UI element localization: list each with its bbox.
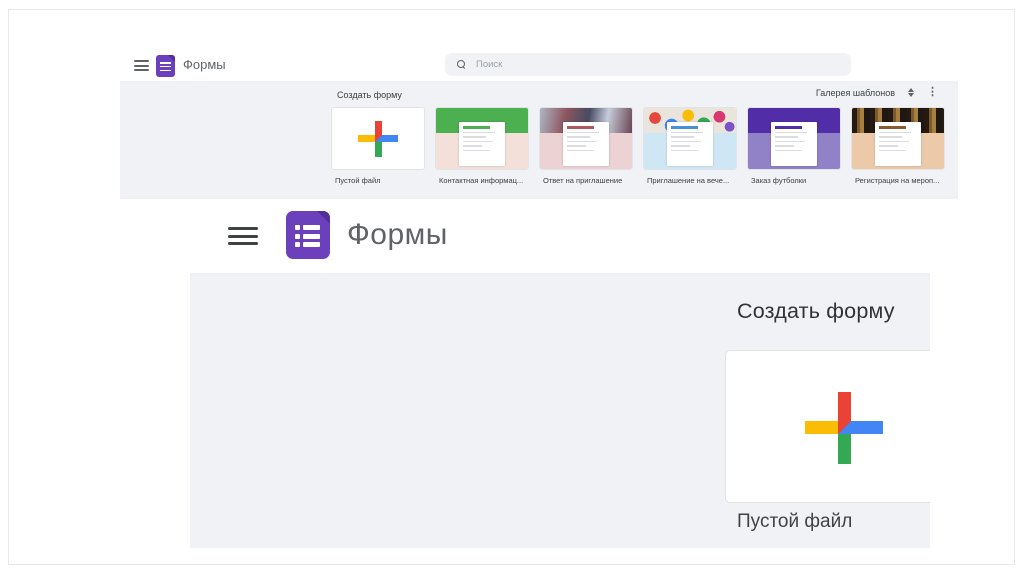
template-thumb-sheet xyxy=(875,122,921,166)
template-item-5: Регистрация на мероп... xyxy=(852,108,944,185)
forms-logo-icon[interactable] xyxy=(156,55,175,77)
template-card[interactable] xyxy=(748,108,840,169)
template-item-0: Пустой файл xyxy=(332,108,424,185)
template-card-label: Приглашение на вече... xyxy=(647,176,730,185)
slide: Формы Поиск Создать форму Галерея шаблон… xyxy=(0,0,1024,574)
template-card[interactable] xyxy=(852,108,944,169)
template-card-label: Заказ футболки xyxy=(751,176,807,185)
template-thumb-sheet xyxy=(667,122,713,166)
create-form-panel: Создать форму Пустой файл xyxy=(190,273,930,548)
template-item-4: Заказ футболки xyxy=(748,108,840,185)
create-form-label-zoomed: Создать форму xyxy=(737,299,895,323)
template-thumb-sheet xyxy=(771,122,817,166)
template-card-label: Регистрация на мероп... xyxy=(855,176,940,185)
forms-logo-lines xyxy=(295,225,320,251)
search-placeholder: Поиск xyxy=(476,59,503,70)
template-card[interactable] xyxy=(436,108,528,169)
forms-logo-icon-zoomed[interactable] xyxy=(286,211,330,259)
forms-logo-lines xyxy=(160,62,171,73)
google-plus-icon xyxy=(358,120,398,158)
template-card-label: Ответ на приглашение xyxy=(543,176,623,185)
page-fold xyxy=(168,55,175,62)
template-card[interactable] xyxy=(540,108,632,169)
page-fold xyxy=(317,211,330,224)
template-item-2: Ответ на приглашение xyxy=(540,108,632,185)
create-form-label: Создать форму xyxy=(337,90,402,100)
google-plus-icon xyxy=(805,392,883,464)
template-gallery-button[interactable]: Галерея шаблонов xyxy=(816,88,895,98)
unfold-more-icon[interactable] xyxy=(908,88,914,97)
template-cards-row: Пустой файл Контактная информац... Ответ… xyxy=(332,108,944,185)
app-title: Формы xyxy=(183,57,226,72)
search-icon xyxy=(457,60,466,69)
template-item-3: Приглашение на вече... xyxy=(644,108,736,185)
more-options-icon[interactable]: ⋮ xyxy=(927,87,938,98)
template-card[interactable] xyxy=(332,108,424,169)
template-card-label: Пустой файл xyxy=(335,176,381,185)
blank-form-label: Пустой файл xyxy=(737,511,853,532)
template-card-label: Контактная информац... xyxy=(439,176,524,185)
search-input[interactable]: Поиск xyxy=(445,53,851,76)
template-thumb-sheet xyxy=(459,122,505,166)
blank-form-card[interactable] xyxy=(725,350,930,503)
menu-icon[interactable] xyxy=(134,60,149,71)
app-title-zoomed: Формы xyxy=(347,218,448,251)
template-thumb-sheet xyxy=(563,122,609,166)
template-gallery-strip: Создать форму Галерея шаблонов ⋮ Пустой … xyxy=(120,81,958,199)
menu-icon-zoomed[interactable] xyxy=(228,227,258,245)
template-item-1: Контактная информац... xyxy=(436,108,528,185)
template-card[interactable] xyxy=(644,108,736,169)
